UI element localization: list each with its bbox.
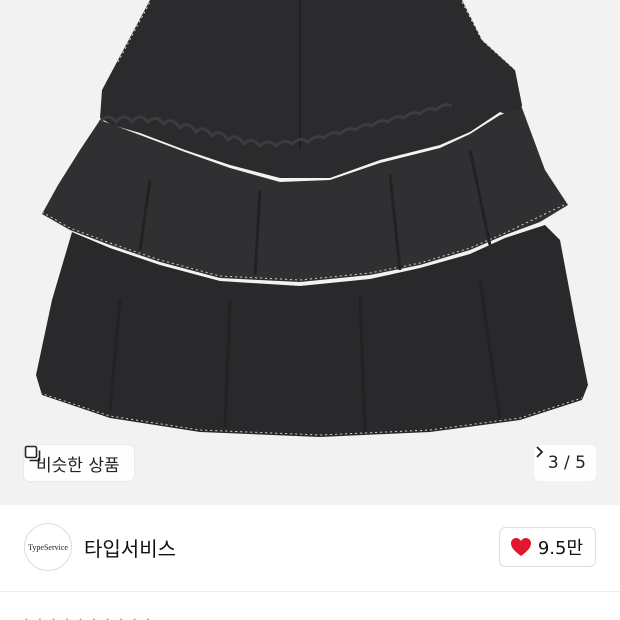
divider: [0, 591, 620, 592]
image-pager[interactable]: 3 / 5: [533, 445, 596, 481]
seller-row[interactable]: TypeService 타입서비스 9.5만: [0, 505, 620, 591]
similar-products-button[interactable]: 비슷한 상품: [24, 445, 134, 481]
chevron-right-icon: [536, 446, 544, 458]
heart-icon: [510, 538, 531, 556]
similar-items-icon: [24, 445, 41, 462]
seller-name[interactable]: 타입서비스: [84, 533, 176, 562]
seller-avatar-logo-text: TypeService: [28, 542, 68, 552]
product-image-carousel[interactable]: 비슷한 상품 3 / 5: [0, 0, 620, 505]
like-button[interactable]: 9.5만: [498, 527, 596, 567]
seller-avatar[interactable]: TypeService: [24, 523, 72, 571]
like-count: 9.5만: [537, 538, 583, 559]
similar-products-label: 비슷한 상품: [36, 455, 120, 476]
image-pager-count: 3 / 5: [547, 453, 586, 473]
description-preview: · · · · · · · · · ·: [24, 611, 153, 620]
product-photo: [36, 0, 588, 437]
